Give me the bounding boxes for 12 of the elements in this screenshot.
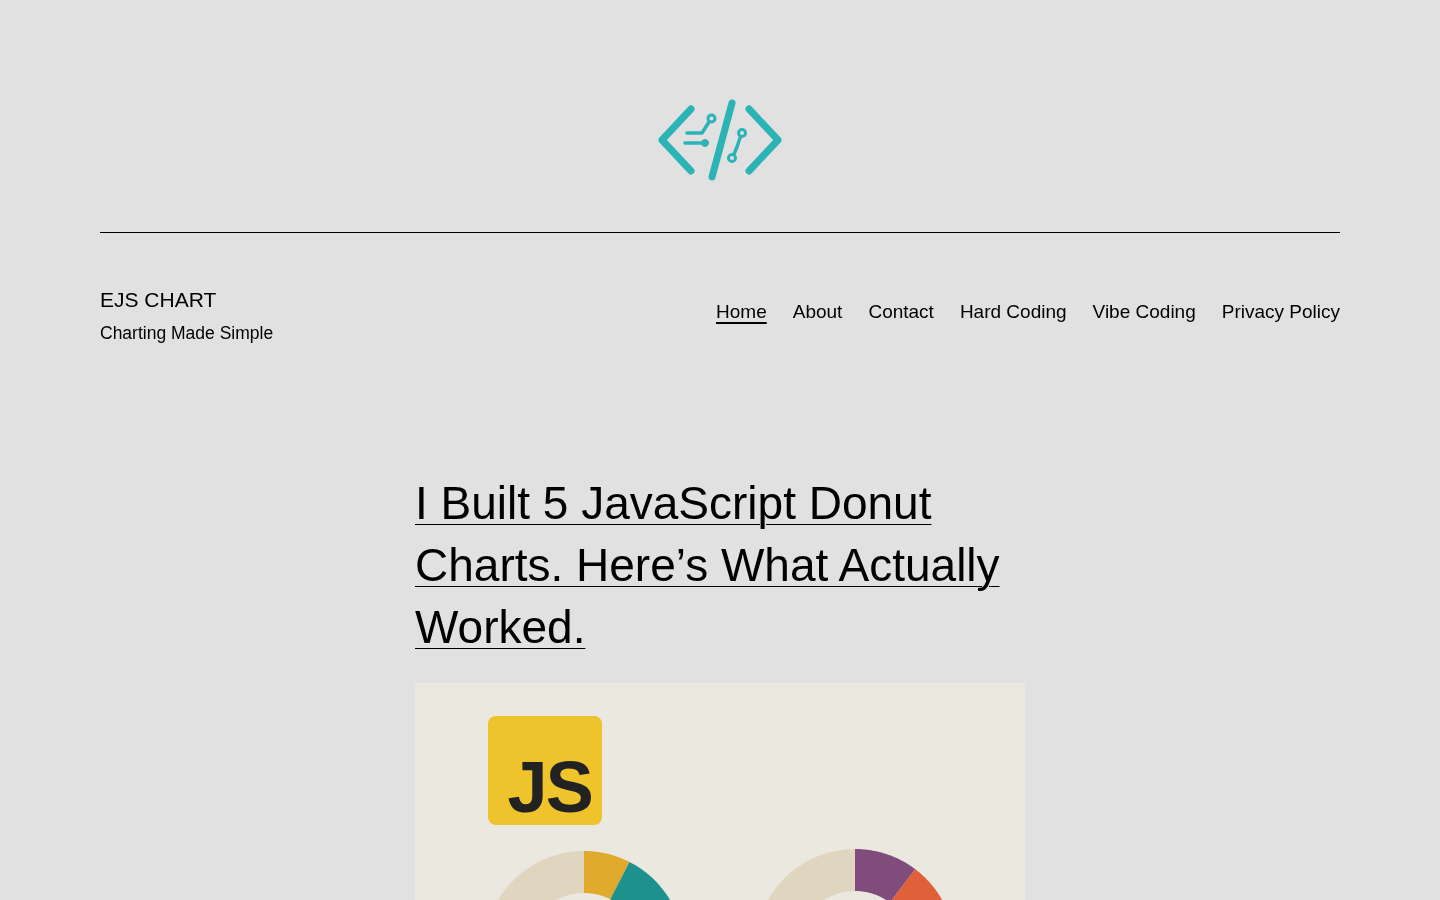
site-tagline: Charting Made Simple [100, 322, 274, 344]
nav-link[interactable]: Home [716, 300, 767, 324]
nav-link[interactable]: Privacy Policy [1221, 300, 1340, 324]
post-title-link[interactable]: I Built 5 JavaScript Donut Charts. Here’s What Actually Worked. [415, 472, 1025, 658]
nav-link[interactable]: Hard Coding [959, 300, 1067, 324]
nav-link[interactable]: Contact [868, 300, 934, 324]
site-title[interactable]: EJS CHART [100, 287, 217, 313]
donut-slice [610, 861, 670, 900]
js-logo: JS [488, 716, 602, 825]
nav-link[interactable]: About [792, 300, 843, 324]
nav-link[interactable]: Vibe Coding [1092, 300, 1196, 324]
code-brackets-icon[interactable] [658, 99, 782, 181]
